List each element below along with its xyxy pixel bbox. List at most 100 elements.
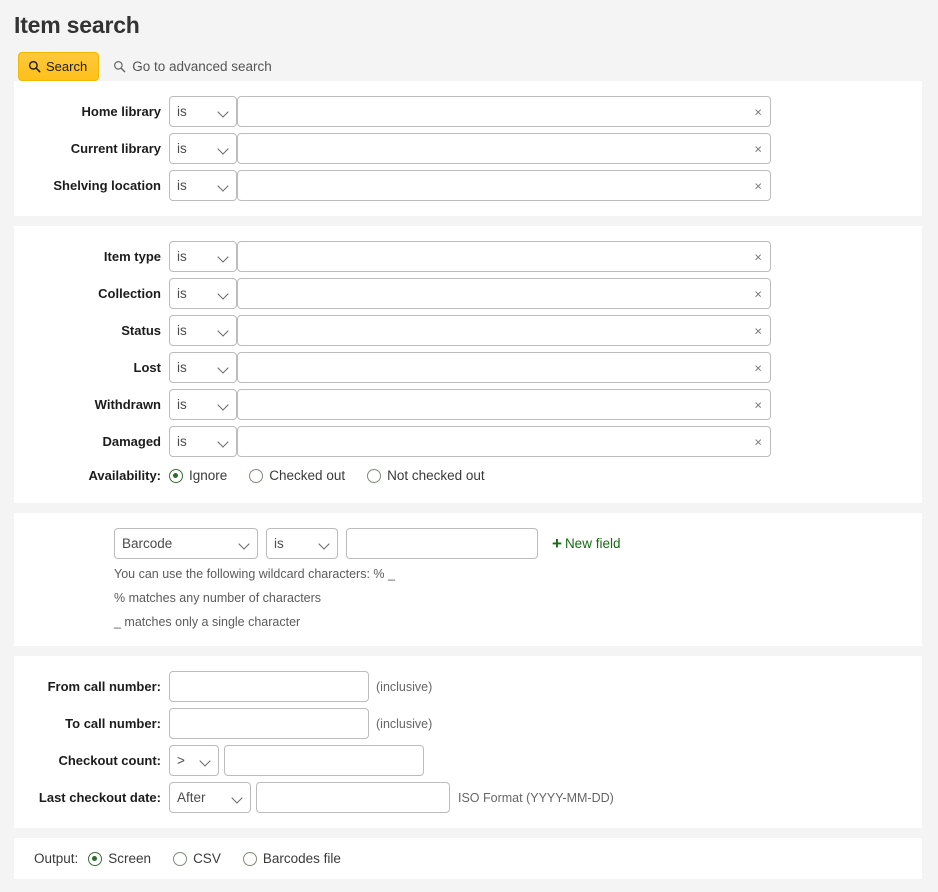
- filter-row-damaged: Damaged is ×: [14, 423, 922, 460]
- last-checkout-operator-select[interactable]: After: [169, 782, 251, 813]
- current-library-operator-wrap: is: [169, 133, 237, 164]
- shelving-location-operator-wrap: is: [169, 170, 237, 201]
- new-field-button[interactable]: + New field: [552, 535, 620, 552]
- radio-icon[interactable]: [169, 469, 183, 483]
- search-button[interactable]: Search: [18, 52, 99, 81]
- withdrawn-operator-select[interactable]: is: [169, 389, 237, 420]
- clear-icon[interactable]: ×: [754, 250, 762, 263]
- home-library-input[interactable]: [237, 96, 771, 127]
- shelving-location-label: Shelving location: [14, 178, 169, 193]
- clear-icon[interactable]: ×: [754, 287, 762, 300]
- radio-icon[interactable]: [173, 852, 187, 866]
- plus-icon: +: [552, 535, 562, 552]
- clear-icon[interactable]: ×: [754, 142, 762, 155]
- collection-label: Collection: [14, 286, 169, 301]
- custom-field-operator-wrap: is: [266, 528, 338, 559]
- shelving-location-operator-select[interactable]: is: [169, 170, 237, 201]
- filter-row-shelving-location: Shelving location is ×: [14, 167, 922, 204]
- search-icon: [28, 60, 41, 73]
- withdrawn-input-wrap: ×: [237, 389, 771, 420]
- iso-format-hint: ISO Format (YYYY-MM-DD): [458, 791, 614, 805]
- checkout-count-input[interactable]: [224, 745, 424, 776]
- checkout-count-label: Checkout count:: [14, 753, 169, 768]
- collection-operator-select[interactable]: is: [169, 278, 237, 309]
- home-library-operator-select[interactable]: is: [169, 96, 237, 127]
- current-library-operator-select[interactable]: is: [169, 133, 237, 164]
- from-call-number-input[interactable]: [169, 671, 369, 702]
- output-option-label: Barcodes file: [263, 851, 341, 866]
- to-call-number-input[interactable]: [169, 708, 369, 739]
- custom-field-panel: Barcode is + New field You can use the f…: [14, 513, 922, 646]
- availability-option-not-checked-out[interactable]: Not checked out: [367, 468, 485, 483]
- filter-row-current-library: Current library is ×: [14, 130, 922, 167]
- checkout-count-operator-select[interactable]: >: [169, 745, 219, 776]
- availability-option-checked-out[interactable]: Checked out: [249, 468, 345, 483]
- clear-icon[interactable]: ×: [754, 324, 762, 337]
- item-filters-panel: Item type is × Collection is ×: [14, 226, 922, 503]
- item-type-input-wrap: ×: [237, 241, 771, 272]
- damaged-input[interactable]: [237, 426, 771, 457]
- status-label: Status: [14, 323, 169, 338]
- clear-icon[interactable]: ×: [754, 435, 762, 448]
- custom-field-value-input[interactable]: [346, 528, 538, 559]
- lost-input-wrap: ×: [237, 352, 771, 383]
- status-input[interactable]: [237, 315, 771, 346]
- availability-row: Availability: Ignore Checked out Not che…: [14, 460, 922, 491]
- radio-icon[interactable]: [249, 469, 263, 483]
- custom-field-row: Barcode is + New field: [14, 525, 922, 562]
- last-checkout-date-row: Last checkout date: After ISO Format (YY…: [14, 779, 922, 816]
- filter-row-item-type: Item type is ×: [14, 238, 922, 275]
- item-search-page: Item search Search Go to advanced search…: [0, 0, 938, 892]
- output-panel: Output: Screen CSV Barcodes file: [14, 838, 922, 879]
- collection-input[interactable]: [237, 278, 771, 309]
- current-library-input-wrap: ×: [237, 133, 771, 164]
- from-call-number-suffix: (inclusive): [376, 680, 432, 694]
- clear-icon[interactable]: ×: [754, 179, 762, 192]
- collection-input-wrap: ×: [237, 278, 771, 309]
- radio-icon[interactable]: [88, 852, 102, 866]
- shelving-location-input-wrap: ×: [237, 170, 771, 201]
- wildcard-hint-1: You can use the following wildcard chara…: [14, 562, 922, 586]
- withdrawn-input[interactable]: [237, 389, 771, 420]
- availability-label: Availability:: [14, 468, 169, 483]
- library-filters-panel: Home library is × Current library is ×: [14, 81, 922, 216]
- item-type-input[interactable]: [237, 241, 771, 272]
- radio-icon[interactable]: [243, 852, 257, 866]
- output-option-screen[interactable]: Screen: [88, 851, 151, 866]
- filter-row-status: Status is ×: [14, 312, 922, 349]
- last-checkout-date-input[interactable]: [256, 782, 450, 813]
- status-operator-select[interactable]: is: [169, 315, 237, 346]
- advanced-search-link[interactable]: Go to advanced search: [113, 59, 272, 74]
- to-call-number-suffix: (inclusive): [376, 717, 432, 731]
- output-option-label: Screen: [108, 851, 151, 866]
- output-label: Output:: [34, 851, 78, 866]
- damaged-operator-select[interactable]: is: [169, 426, 237, 457]
- radio-icon[interactable]: [367, 469, 381, 483]
- lost-input[interactable]: [237, 352, 771, 383]
- item-type-operator-select[interactable]: is: [169, 241, 237, 272]
- withdrawn-operator-wrap: is: [169, 389, 237, 420]
- output-option-csv[interactable]: CSV: [173, 851, 221, 866]
- last-checkout-operator-wrap: After: [169, 782, 251, 813]
- item-type-label: Item type: [14, 249, 169, 264]
- clear-icon[interactable]: ×: [754, 398, 762, 411]
- custom-field-name-wrap: Barcode: [114, 528, 258, 559]
- current-library-input[interactable]: [237, 133, 771, 164]
- shelving-location-input[interactable]: [237, 170, 771, 201]
- output-option-barcodes-file[interactable]: Barcodes file: [243, 851, 341, 866]
- wildcard-hint-3: _ matches only a single character: [14, 610, 922, 634]
- status-input-wrap: ×: [237, 315, 771, 346]
- availability-option-ignore[interactable]: Ignore: [169, 468, 227, 483]
- lost-operator-select[interactable]: is: [169, 352, 237, 383]
- damaged-operator-wrap: is: [169, 426, 237, 457]
- clear-icon[interactable]: ×: [754, 105, 762, 118]
- withdrawn-label: Withdrawn: [14, 397, 169, 412]
- toolbar: Search Go to advanced search: [0, 39, 938, 81]
- home-library-label: Home library: [14, 104, 169, 119]
- filter-row-lost: Lost is ×: [14, 349, 922, 386]
- collection-operator-wrap: is: [169, 278, 237, 309]
- custom-field-operator-select[interactable]: is: [266, 528, 338, 559]
- page-title: Item search: [0, 0, 938, 39]
- custom-field-name-select[interactable]: Barcode: [114, 528, 258, 559]
- clear-icon[interactable]: ×: [754, 361, 762, 374]
